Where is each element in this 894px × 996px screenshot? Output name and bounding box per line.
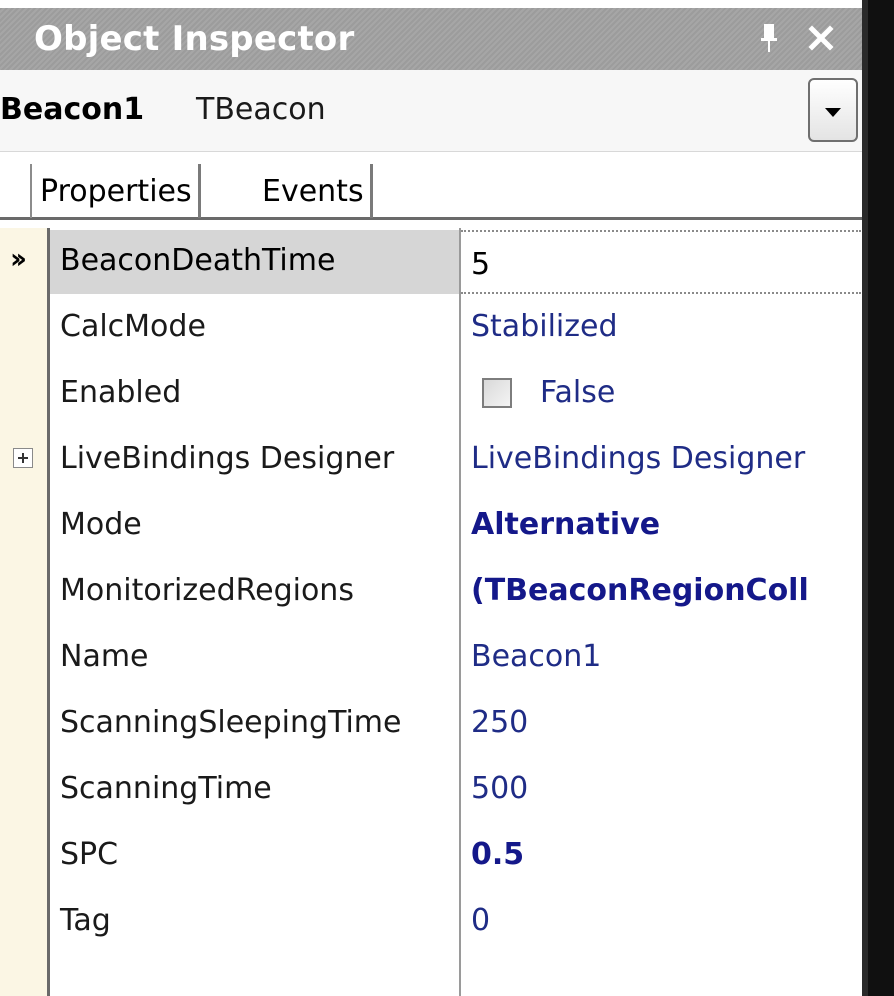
tab-strip-divider (30, 164, 32, 218)
property-value[interactable]: Stabilized (471, 294, 859, 360)
property-name: Enabled (60, 375, 182, 410)
property-name: ScanningTime (60, 771, 272, 806)
tab-events[interactable]: Events (262, 164, 373, 218)
property-name: Mode (60, 507, 142, 542)
close-icon[interactable] (808, 20, 834, 56)
component-type: TBeacon (196, 92, 326, 127)
property-name: Tag (60, 903, 111, 938)
object-inspector-window: Object Inspector Beacon1 TBeacon Propert… (0, 0, 894, 996)
title-bar-buttons (756, 20, 834, 56)
property-value[interactable]: 0 (471, 888, 859, 954)
inspector-tabs: Properties Events (0, 152, 862, 220)
property-value[interactable]: (TBeaconRegionColl (471, 558, 859, 624)
property-row-livebindings-designer[interactable]: LiveBindings Designer LiveBindings Desig… (0, 426, 862, 492)
property-value[interactable]: 250 (471, 690, 859, 756)
property-row-mode[interactable]: Mode Alternative (0, 492, 862, 558)
property-row-spc[interactable]: SPC 0.5 (0, 822, 862, 888)
window-edge-highlight (862, 0, 868, 996)
property-row-monitorizedregions[interactable]: MonitorizedRegions (TBeaconRegionColl (0, 558, 862, 624)
property-name: ScanningSleepingTime (60, 705, 402, 740)
property-value: False (540, 375, 616, 410)
selected-row-marker-icon: ›› (10, 242, 27, 275)
property-value[interactable]: Alternative (471, 492, 859, 558)
property-name: LiveBindings Designer (60, 441, 395, 476)
component-dropdown-button[interactable] (808, 78, 858, 142)
property-name: CalcMode (60, 309, 206, 344)
expand-plus-icon[interactable] (13, 448, 33, 468)
tab-properties[interactable]: Properties (40, 164, 201, 218)
property-row-scanningsleepingtime[interactable]: ScanningSleepingTime 250 (0, 690, 862, 756)
property-row-calcmode[interactable]: CalcMode Stabilized (0, 294, 862, 360)
pin-icon[interactable] (756, 20, 782, 56)
property-row-scanningtime[interactable]: ScanningTime 500 (0, 756, 862, 822)
property-grid: ›› BeaconDeathTime 5 CalcMode Stabilized… (0, 228, 862, 996)
enabled-checkbox[interactable] (482, 378, 512, 408)
component-name: Beacon1 (0, 92, 145, 127)
property-name: Name (60, 639, 149, 674)
property-value[interactable]: Beacon1 (471, 624, 859, 690)
property-name: MonitorizedRegions (60, 573, 354, 608)
property-value[interactable]: LiveBindings Designer (471, 426, 859, 492)
property-row-tag[interactable]: Tag 0 (0, 888, 862, 954)
window-title: Object Inspector (34, 19, 355, 59)
title-bar[interactable]: Object Inspector (0, 8, 862, 70)
property-name: SPC (60, 837, 119, 872)
property-value-input[interactable]: 5 (471, 232, 859, 298)
property-row-enabled[interactable]: Enabled False (0, 360, 862, 426)
property-value[interactable]: 0.5 (471, 822, 859, 888)
property-row-beacondeathtime[interactable]: ›› BeaconDeathTime 5 (0, 228, 862, 294)
property-row-name[interactable]: Name Beacon1 (0, 624, 862, 690)
property-value[interactable]: 500 (471, 756, 859, 822)
chevron-down-icon (825, 107, 841, 117)
property-name: BeaconDeathTime (60, 243, 336, 278)
component-selector[interactable]: Beacon1 TBeacon (0, 70, 862, 152)
